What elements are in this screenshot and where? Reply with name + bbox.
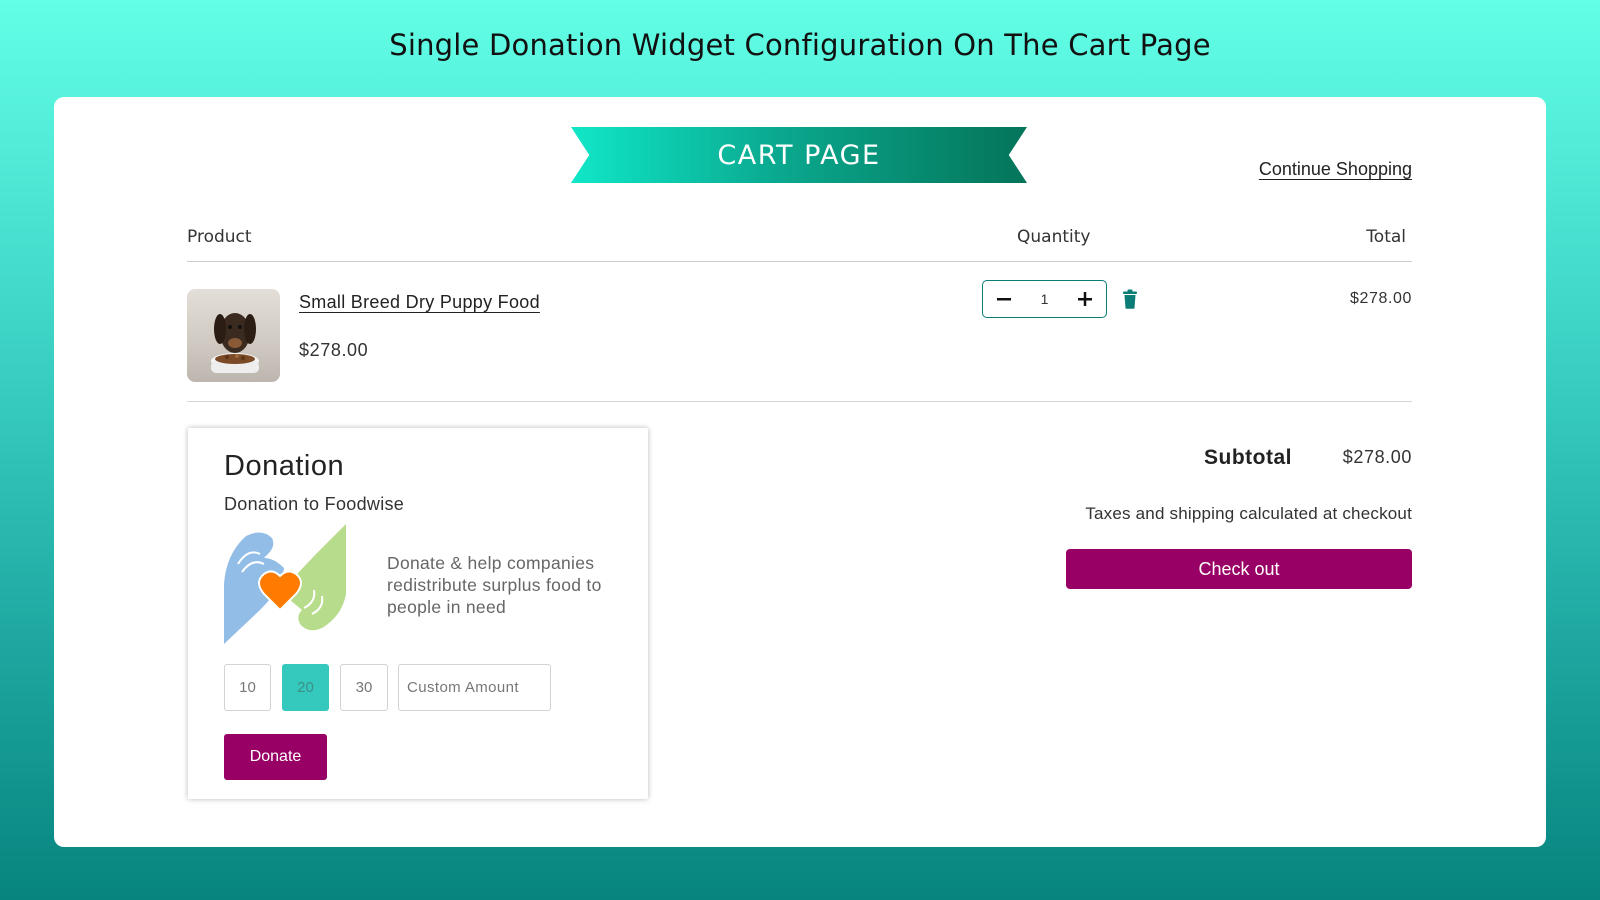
donate-button[interactable]: Donate bbox=[224, 734, 327, 780]
continue-shopping-link[interactable]: Continue Shopping bbox=[1259, 159, 1412, 180]
donation-title: Donation bbox=[224, 450, 345, 482]
header-quantity: Quantity bbox=[1017, 227, 1091, 247]
donation-widget: Donation Donation to Foodwise Donate & h… bbox=[188, 428, 648, 799]
cart-page-banner: CART PAGE bbox=[571, 127, 1027, 183]
checkout-button[interactable]: Check out bbox=[1066, 549, 1412, 589]
donation-amount-10[interactable]: 10 bbox=[224, 664, 271, 711]
decrease-quantity-button[interactable] bbox=[995, 290, 1013, 308]
product-name-link[interactable]: Small Breed Dry Puppy Food bbox=[299, 292, 540, 313]
cart-table-header: Product Quantity Total bbox=[187, 227, 1412, 262]
plus-icon bbox=[1077, 292, 1092, 306]
header-product: Product bbox=[187, 227, 252, 247]
page-heading: Single Donation Widget Configuration On … bbox=[389, 28, 1211, 62]
subtotal-label: Subtotal bbox=[1204, 446, 1292, 469]
quantity-value[interactable]: 1 bbox=[1041, 291, 1049, 307]
minus-icon bbox=[997, 298, 1011, 301]
product-price: $278.00 bbox=[299, 340, 369, 360]
banner-label: CART PAGE bbox=[717, 139, 881, 171]
quantity-stepper: 1 bbox=[982, 280, 1107, 318]
donation-amount-20[interactable]: 20 bbox=[282, 664, 329, 711]
cart-card: CART PAGE Continue Shopping Product Quan… bbox=[54, 97, 1546, 847]
subtotal-value: $278.00 bbox=[1342, 447, 1412, 467]
header-total: Total bbox=[1366, 227, 1406, 247]
donation-subtitle: Donation to Foodwise bbox=[224, 494, 405, 514]
puppy-food-image-icon bbox=[211, 313, 259, 373]
donation-logo bbox=[224, 524, 346, 646]
remove-item-button[interactable] bbox=[1122, 289, 1138, 309]
product-image[interactable] bbox=[187, 289, 280, 382]
donation-description: Donate & help companies redistribute sur… bbox=[387, 553, 602, 617]
row-total: $278.00 bbox=[1349, 290, 1412, 307]
tax-note: Taxes and shipping calculated at checkou… bbox=[1085, 504, 1412, 523]
hands-heart-icon bbox=[224, 524, 346, 644]
custom-amount-input[interactable]: Custom Amount bbox=[398, 664, 551, 711]
trash-icon bbox=[1123, 289, 1137, 309]
donation-amount-30[interactable]: 30 bbox=[340, 664, 388, 711]
table-row: Small Breed Dry Puppy Food $278.00 1 $27… bbox=[187, 262, 1412, 402]
increase-quantity-button[interactable] bbox=[1076, 290, 1094, 308]
